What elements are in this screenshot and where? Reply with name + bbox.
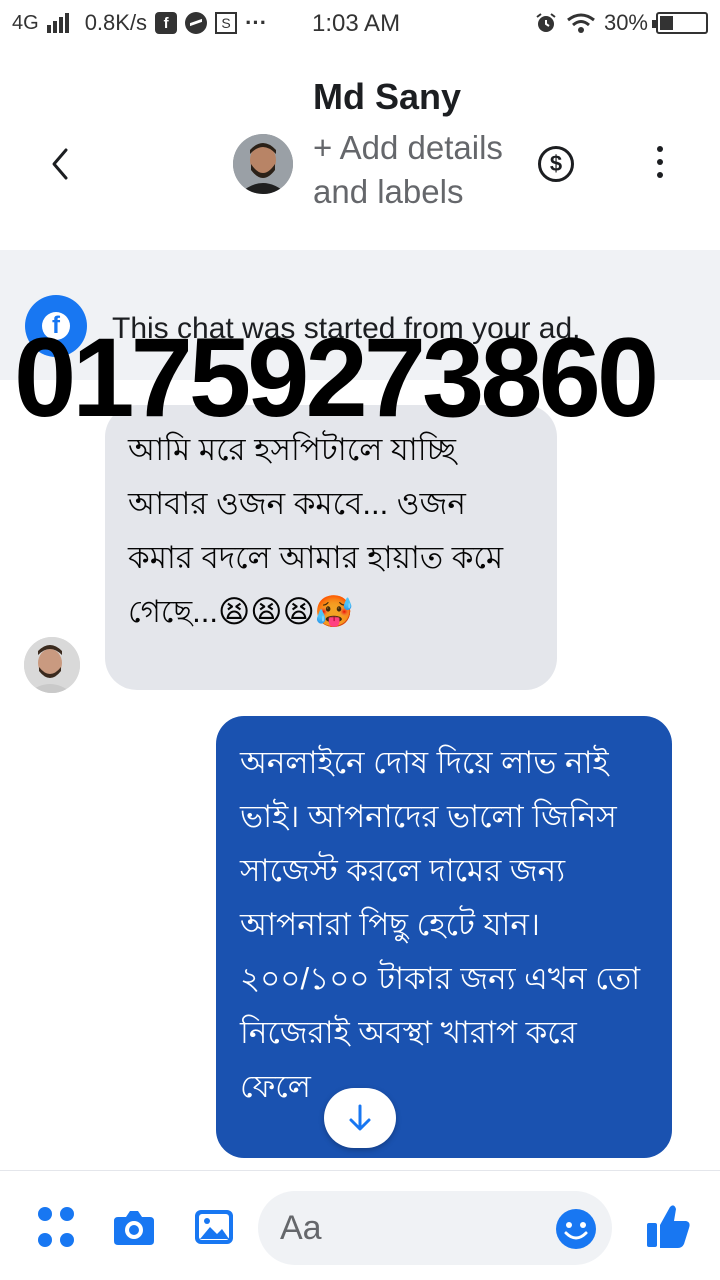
signal-icon <box>46 13 69 33</box>
status-right: 30% <box>534 10 708 36</box>
incoming-message-bubble[interactable]: আমি মরে হসপিটালে যাচ্ছি আবার ওজন কমবে...… <box>105 405 557 690</box>
dollar-icon: $ <box>549 151 563 176</box>
status-bar: 4G 0.8K/s f S ··· 1:03 AM 30% <box>0 0 720 50</box>
battery-icon <box>652 12 708 34</box>
outgoing-message-bubble[interactable]: অনলাইনে দোষ দিয়ে লাভ নাই ভাই। আপনাদের ভ… <box>216 716 672 1158</box>
network-speed: 0.8K/s <box>84 10 148 35</box>
alarm-icon <box>536 13 556 32</box>
status-left: 4G 0.8K/s f S ··· <box>12 10 267 36</box>
avatar-photo-icon <box>24 637 80 693</box>
facebook-notification-icon: f <box>155 12 178 34</box>
message-composer <box>0 1170 720 1280</box>
phone-number-overlay: 01759273860 <box>14 315 659 440</box>
wifi-icon <box>567 13 595 33</box>
payment-button[interactable]: $ <box>538 146 574 182</box>
gallery-icon[interactable] <box>192 1205 236 1249</box>
like-icon[interactable] <box>644 1201 692 1251</box>
contact-avatar[interactable] <box>233 134 293 194</box>
scroll-to-bottom-button[interactable] <box>324 1088 396 1148</box>
messenger-notification-icon <box>185 12 208 34</box>
more-actions-icon[interactable] <box>34 1205 78 1249</box>
back-button[interactable] <box>40 140 80 188</box>
screenshot-notification-icon: S <box>215 12 238 34</box>
battery-level <box>660 16 674 30</box>
contact-name[interactable]: Md Sany <box>313 76 461 118</box>
avatar-photo-icon <box>233 134 293 194</box>
sender-avatar[interactable] <box>24 637 80 693</box>
more-notifications-icon: ··· <box>245 10 268 35</box>
emoji-icon[interactable] <box>554 1207 598 1251</box>
arrow-down-icon <box>349 1104 371 1131</box>
status-time: 1:03 AM <box>312 10 401 37</box>
add-details-link[interactable]: + Add details and labels <box>313 126 513 214</box>
battery-percent: 30% <box>603 10 648 35</box>
more-options-button[interactable] <box>650 146 670 178</box>
chevron-left-icon <box>52 148 68 180</box>
chat-header: Md Sany + Add details and labels $ <box>0 50 720 250</box>
camera-icon[interactable] <box>112 1205 156 1249</box>
network-type: 4G <box>12 11 39 34</box>
